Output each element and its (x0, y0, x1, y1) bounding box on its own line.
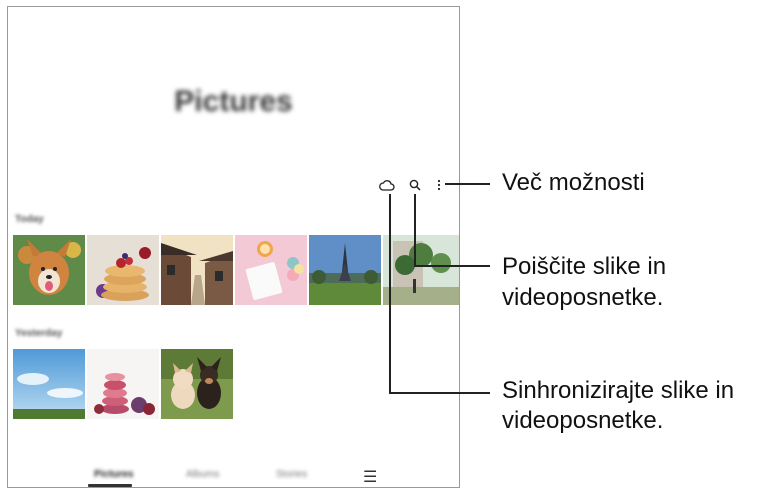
photo-thumbnail-sky[interactable] (13, 349, 85, 419)
section-label-today: Today (15, 214, 44, 225)
nav-tab-pictures[interactable]: Pictures (94, 469, 133, 480)
menu-icon[interactable]: ☰ (363, 467, 377, 487)
callout-line-more (445, 183, 490, 185)
callout-sync-line2: videoposnetke. (502, 407, 664, 434)
callout-line-search-horizontal (414, 265, 490, 267)
photo-thumbnail-park[interactable] (383, 235, 459, 305)
page-title: Pictures (174, 85, 293, 118)
callout-line-cloud-vertical (389, 194, 391, 394)
callout-sync-line1: Sinhronizirajte slike in (502, 377, 735, 404)
photo-thumbnail-notebook[interactable] (235, 235, 307, 305)
callout-search-line1: Poiščite slike in (502, 253, 667, 280)
photo-thumbnail-street[interactable] (161, 235, 233, 305)
bottom-navigation: Pictures Albums Stories ☰ (8, 467, 459, 487)
nav-tab-albums[interactable]: Albums (186, 469, 219, 480)
photo-thumbnail-eiffel[interactable] (309, 235, 381, 305)
callout-search-line2: videoposnetke. (502, 284, 664, 311)
search-icon[interactable] (407, 177, 423, 193)
active-tab-indicator (88, 484, 132, 487)
photo-thumbnail-pets[interactable] (161, 349, 233, 419)
callout-line-search-vertical (414, 194, 416, 266)
tablet-screen: Pictures Today Yesterday Pictures Albums… (7, 6, 460, 488)
nav-tab-stories[interactable]: Stories (276, 469, 307, 480)
section-label-yesterday: Yesterday (15, 328, 63, 339)
more-options-icon[interactable] (433, 177, 445, 193)
photo-thumbnail-macarons[interactable] (87, 349, 159, 419)
callout-more-options: Več možnosti (502, 169, 645, 196)
callout-line-cloud-horizontal (389, 392, 490, 394)
photo-thumbnail-dog[interactable] (13, 235, 85, 305)
cloud-icon[interactable] (379, 177, 395, 193)
photo-thumbnail-pancakes[interactable] (87, 235, 159, 305)
